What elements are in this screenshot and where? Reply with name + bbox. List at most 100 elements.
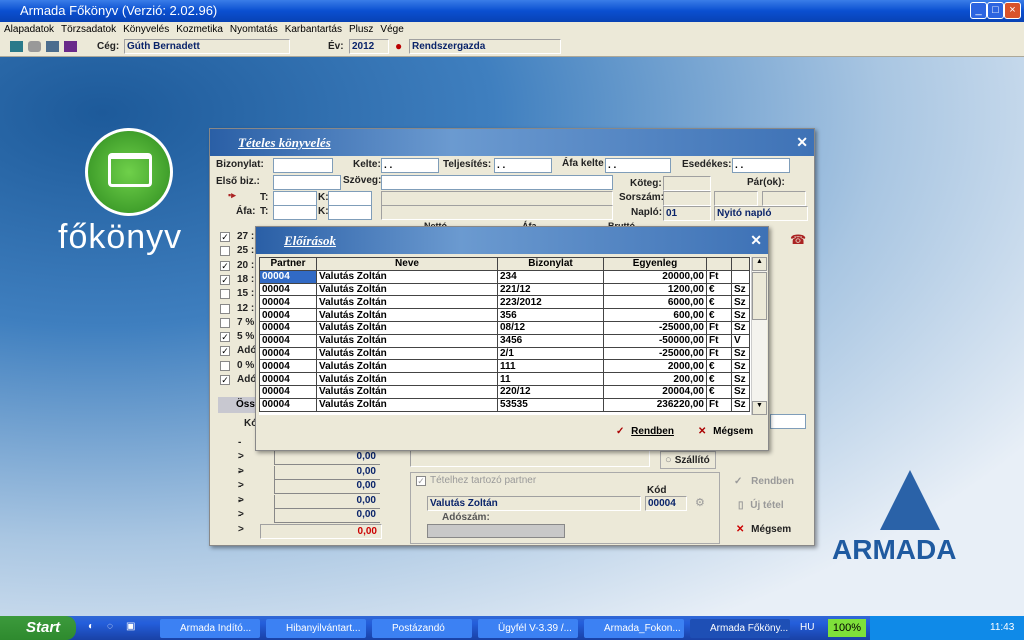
- menu-karbantartas[interactable]: Karbantartás: [285, 24, 342, 35]
- vat-checkbox[interactable]: ✓: [220, 232, 230, 242]
- teljesites-input[interactable]: . .: [494, 158, 552, 173]
- vat-row[interactable]: ✓ 5 %: [220, 330, 260, 344]
- column-header[interactable]: Partner: [259, 257, 317, 271]
- chart-icon[interactable]: [64, 41, 77, 52]
- menu-kozmetika[interactable]: Kozmetika: [176, 24, 223, 35]
- eloirasok-rendben-button[interactable]: ✓ Rendben: [616, 426, 674, 437]
- column-header[interactable]: [731, 257, 750, 271]
- language-indicator[interactable]: HU: [800, 622, 814, 633]
- elso-biz-input[interactable]: [273, 175, 341, 190]
- minimize-button[interactable]: _: [970, 2, 987, 19]
- scroll-up-button[interactable]: ▲: [752, 257, 767, 271]
- table-row[interactable]: 00004 Valutás Zoltán 53535 236220,00 Ft Sz: [259, 397, 750, 412]
- vat-checkbox[interactable]: [220, 303, 230, 314]
- vat-checkbox[interactable]: [220, 360, 230, 371]
- t-input[interactable]: [273, 191, 317, 206]
- column-header[interactable]: Bizonylat: [497, 257, 604, 271]
- menu-vege[interactable]: Vége: [380, 24, 403, 35]
- vat-row[interactable]: 25 :: [220, 244, 260, 258]
- table-cell: 20004,00: [603, 384, 707, 399]
- ship-icon[interactable]: [46, 41, 59, 52]
- afa-account-field: [381, 205, 613, 220]
- vat-checkbox[interactable]: ✓: [220, 346, 230, 357]
- zoom-indicator[interactable]: 100%: [828, 619, 866, 637]
- start-button[interactable]: Start: [0, 616, 76, 640]
- eloirasok-megsem-button[interactable]: ✕ Mégsem: [698, 426, 753, 437]
- table-cell: 6000,00: [603, 295, 707, 310]
- scroll-thumb[interactable]: [752, 272, 767, 320]
- menu-nyomtatas[interactable]: Nyomtatás: [230, 24, 278, 35]
- vat-checkbox[interactable]: ✓: [220, 260, 230, 271]
- taskbar-button[interactable]: Armada Főköny...: [690, 619, 790, 638]
- table-cell: 221/12: [497, 282, 604, 297]
- naplo-select[interactable]: Nyitó napló: [714, 206, 808, 221]
- k-input[interactable]: [328, 191, 372, 206]
- afa-t-input[interactable]: [273, 205, 317, 220]
- vat-row[interactable]: ✓ Adó: [220, 373, 260, 387]
- esedekes-input[interactable]: . .: [732, 158, 790, 173]
- vat-row[interactable]: ✓ 20 :: [220, 259, 260, 273]
- vat-checkbox[interactable]: [220, 289, 230, 300]
- quicklaunch-ie-icon[interactable]: ◐: [88, 621, 94, 632]
- table-row[interactable]: 00004 Valutás Zoltán 221/12 1200,00 € Sz: [259, 282, 750, 297]
- uj-tetel-button[interactable]: ▯ Új tétel: [738, 500, 784, 511]
- kelte-input[interactable]: . .: [381, 158, 439, 173]
- afa-kelte-input[interactable]: . .: [605, 158, 671, 173]
- column-header[interactable]: Neve: [316, 257, 498, 271]
- vat-row[interactable]: 0 %: [220, 359, 260, 373]
- table-row[interactable]: 00004 Valutás Zoltán 08/12 -25000,00 Ft Sz: [259, 320, 750, 335]
- table-row[interactable]: 00004 Valutás Zoltán 234 20000,00 Ft: [259, 269, 750, 284]
- dialog-close-button[interactable]: ✕: [796, 134, 808, 151]
- vat-checkbox[interactable]: [220, 317, 230, 328]
- menu-alapadatok[interactable]: Alapadatok: [4, 24, 54, 35]
- table-row[interactable]: 00004 Valutás Zoltán 2/1 -25000,00 Ft Sz: [259, 346, 750, 361]
- quicklaunch-browser-icon[interactable]: ◌: [107, 621, 113, 632]
- menu-plusz[interactable]: Plusz: [349, 24, 373, 35]
- rendben-button-disabled[interactable]: ✓ Rendben: [734, 476, 794, 487]
- phone-icon[interactable]: ☎: [790, 232, 806, 248]
- table-row[interactable]: 00004 Valutás Zoltán 111 2000,00 € Sz: [259, 359, 750, 374]
- table-cell: 223/2012: [497, 295, 604, 310]
- szoveg-input[interactable]: [381, 175, 613, 190]
- table-row[interactable]: 00004 Valutás Zoltán 356 600,00 € Sz: [259, 308, 750, 322]
- table-row[interactable]: 00004 Valutás Zoltán 223/2012 6000,00 € Sz: [259, 295, 750, 310]
- eloirasok-close-button[interactable]: ✕: [750, 232, 762, 249]
- taskbar-button[interactable]: Ügyfél V-3.39 /...: [478, 619, 578, 638]
- table-row[interactable]: 00004 Valutás Zoltán 11 200,00 € Sz: [259, 372, 750, 386]
- side-input[interactable]: [770, 414, 806, 429]
- vat-checkbox[interactable]: ✓: [220, 375, 230, 385]
- vat-row[interactable]: 7 %: [220, 316, 260, 330]
- megsem-button[interactable]: ✕ Mégsem: [736, 524, 791, 535]
- table-row[interactable]: 00004 Valutás Zoltán 3456 -50000,00 Ft V: [259, 333, 750, 348]
- vat-row[interactable]: ✓ 18 :: [220, 273, 260, 287]
- scroll-down-button[interactable]: ▼: [752, 401, 767, 415]
- column-header[interactable]: Egyenleg: [603, 257, 707, 271]
- table-row[interactable]: 00004 Valutás Zoltán 220/12 20004,00 € Sz: [259, 384, 750, 399]
- column-header[interactable]: [706, 257, 732, 271]
- taskbar-button[interactable]: Armada Indító...: [160, 619, 260, 638]
- vat-checkbox[interactable]: ✓: [220, 332, 230, 343]
- quicklaunch-media-icon[interactable]: ▣: [126, 621, 135, 632]
- table-cell: -25000,00: [603, 320, 707, 335]
- menu-torzsadatok[interactable]: Törzsadatok: [61, 24, 116, 35]
- partner-lookup-icon[interactable]: ⚙: [695, 496, 705, 509]
- maximize-button[interactable]: □: [987, 2, 1004, 19]
- screen-icon[interactable]: [10, 41, 23, 52]
- bizonylat-input[interactable]: [273, 158, 333, 173]
- vat-checkbox[interactable]: ✓: [220, 274, 230, 285]
- taskbar-button[interactable]: Hibanyilvántart...: [266, 619, 366, 638]
- menu-konyveles[interactable]: Könyvelés: [123, 24, 169, 35]
- disk-icon[interactable]: [28, 41, 41, 52]
- vat-row[interactable]: ✓ 27 :: [220, 230, 260, 244]
- szallito-radio[interactable]: ○ Szállító: [660, 451, 716, 469]
- taskbar-button[interactable]: Postázandó üze...: [372, 619, 472, 638]
- close-button[interactable]: ×: [1004, 2, 1021, 19]
- partner-checkbox[interactable]: ✓: [416, 476, 426, 486]
- vat-row[interactable]: ✓ Adó: [220, 344, 260, 358]
- taskbar-button[interactable]: Armada_Fokon...: [584, 619, 684, 638]
- afa-k-input[interactable]: [328, 205, 372, 220]
- vat-row[interactable]: 15 :: [220, 287, 260, 301]
- grid-scrollbar[interactable]: ▲ ▼: [751, 257, 767, 415]
- vat-row[interactable]: 12 :: [220, 302, 260, 316]
- vat-checkbox[interactable]: [220, 246, 230, 257]
